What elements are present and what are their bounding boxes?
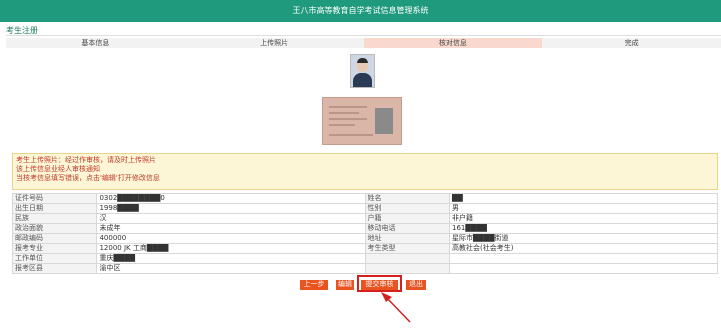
- annotation-arrow-icon: [381, 292, 411, 323]
